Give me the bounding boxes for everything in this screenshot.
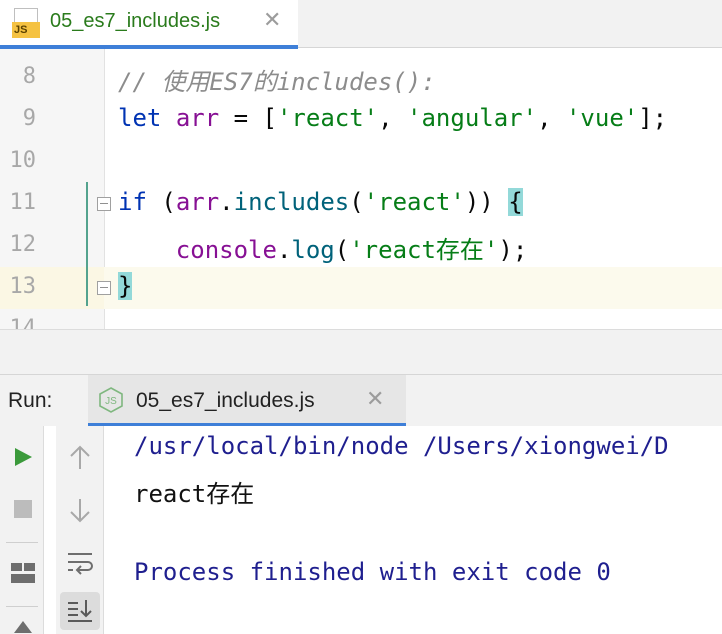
svg-text:JS: JS bbox=[105, 396, 117, 407]
line-number: 14 bbox=[9, 316, 37, 329]
stop-icon[interactable] bbox=[12, 498, 34, 520]
run-tab[interactable]: JS 05_es7_includes.js ✕ bbox=[88, 375, 406, 427]
code-token: 'angular' bbox=[407, 104, 538, 132]
code-line[interactable]: 8 // 使用ES7的includes(): bbox=[0, 57, 722, 99]
editor-tab-label: 05_es7_includes.js bbox=[50, 10, 221, 32]
editor-tab[interactable]: JS 05_es7_includes.js ✕ bbox=[0, 0, 298, 49]
nodejs-icon: JS bbox=[99, 387, 123, 413]
fold-icon[interactable] bbox=[97, 281, 111, 295]
line-number: 9 bbox=[22, 106, 36, 131]
code-token: { bbox=[508, 188, 523, 216]
code-token: )) bbox=[464, 188, 509, 216]
code-token: 'react存在' bbox=[349, 236, 499, 264]
code-token: ); bbox=[498, 236, 528, 264]
run-tab-label: 05_es7_includes.js bbox=[136, 389, 315, 412]
code-token: console bbox=[175, 236, 277, 264]
run-tool-header: Run: JS 05_es7_includes.js ✕ bbox=[0, 374, 722, 427]
code-token: // 使用ES7的includes(): bbox=[118, 68, 436, 96]
run-title: Run: bbox=[8, 389, 53, 412]
code-token: , bbox=[537, 104, 566, 132]
code-token: ( bbox=[146, 188, 176, 216]
console-output[interactable]: /usr/local/bin/node /Users/xiongwei/D rea… bbox=[104, 426, 722, 634]
code-token: arr bbox=[175, 104, 220, 132]
code-token: 'react' bbox=[363, 188, 465, 216]
editor-splitter[interactable] bbox=[0, 329, 722, 374]
line-number: 12 bbox=[9, 232, 37, 257]
close-icon[interactable]: ✕ bbox=[263, 8, 281, 33]
code-token: log bbox=[291, 236, 335, 264]
code-token: 'react' bbox=[276, 104, 379, 132]
line-number: 11 bbox=[9, 190, 37, 215]
code-line[interactable]: 9 let arr = ['react', 'angular', 'vue']; bbox=[0, 99, 722, 141]
scope-indicator bbox=[86, 182, 88, 306]
code-token: let bbox=[118, 104, 162, 132]
scroll-to-end-icon bbox=[68, 600, 92, 622]
close-icon[interactable]: ✕ bbox=[366, 387, 384, 412]
code-token: ( bbox=[334, 236, 350, 264]
code-token: . bbox=[276, 236, 292, 264]
console-line: /usr/local/bin/node /Users/xiongwei/D bbox=[134, 432, 669, 460]
code-text: // 使用ES7的includes(): bbox=[118, 62, 436, 97]
scroll-to-end-button[interactable] bbox=[60, 592, 100, 630]
code-line[interactable]: 12 console.log('react存在'); bbox=[0, 225, 722, 267]
line-number: 10 bbox=[9, 148, 37, 173]
code-token: ( bbox=[349, 188, 364, 216]
down-arrow-icon[interactable] bbox=[68, 498, 92, 524]
code-token: . bbox=[219, 188, 234, 216]
code-token: = [ bbox=[219, 104, 277, 132]
console-toolbar bbox=[56, 426, 104, 634]
layout-icon[interactable] bbox=[10, 562, 36, 584]
code-editor[interactable]: 8// 使用ES7的includes(): 9 let arr = ['react'… bbox=[0, 49, 722, 329]
up-arrow-icon[interactable] bbox=[68, 444, 92, 470]
line-number: 13 bbox=[9, 274, 37, 299]
run-icon[interactable] bbox=[12, 446, 34, 468]
editor-tab-bar: JS 05_es7_includes.js ✕ bbox=[0, 0, 722, 49]
code-token: ]; bbox=[638, 104, 668, 132]
code-token: } bbox=[118, 272, 133, 300]
code-token: , bbox=[378, 104, 408, 132]
console-line: react存在 bbox=[134, 480, 255, 508]
code-text: } bbox=[118, 272, 133, 300]
run-toolbar bbox=[0, 426, 44, 634]
code-text: if (arr.includes('react')) { bbox=[118, 188, 523, 216]
code-line[interactable]: 14 bbox=[0, 309, 722, 329]
line-number: 8 bbox=[22, 64, 36, 89]
code-token: arr bbox=[175, 188, 220, 216]
up-arrow-icon[interactable] bbox=[12, 620, 34, 634]
code-text: console.log('react存在'); bbox=[118, 230, 527, 265]
soft-wrap-icon[interactable] bbox=[66, 550, 94, 576]
fold-icon[interactable] bbox=[97, 197, 111, 211]
code-token: 'vue' bbox=[565, 104, 639, 132]
code-text: let arr = ['react', 'angular', 'vue']; bbox=[118, 104, 667, 132]
code-token: includes bbox=[233, 188, 350, 216]
code-token: if bbox=[118, 188, 147, 216]
console-line: Process finished with exit code 0 bbox=[134, 558, 611, 586]
js-file-icon: JS bbox=[12, 8, 42, 38]
code-line[interactable]: 10 bbox=[0, 141, 722, 183]
